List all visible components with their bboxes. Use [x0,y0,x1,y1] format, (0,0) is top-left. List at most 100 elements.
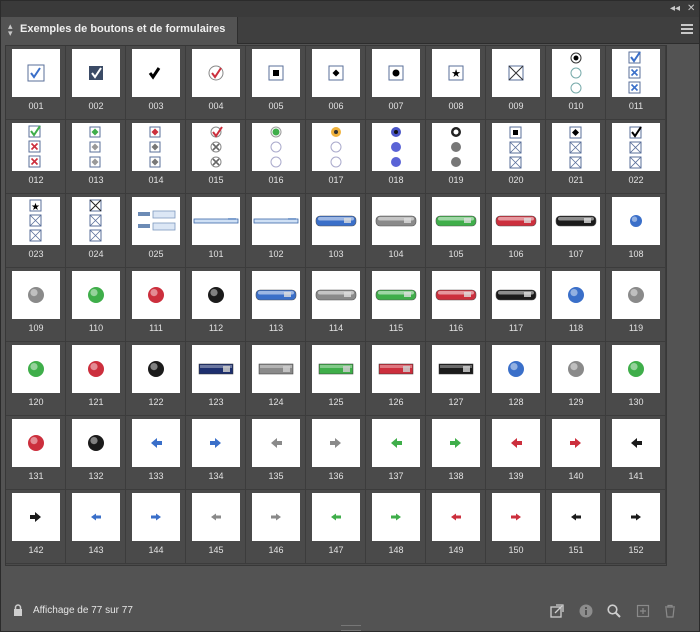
new-icon[interactable] [635,603,651,624]
grid-item[interactable]: 149 [426,490,486,564]
grid-item[interactable]: ★ 008 [426,46,486,120]
grid-item[interactable]: 116 [426,268,486,342]
grid-item[interactable]: 104 [366,194,426,268]
tab-panel-title[interactable]: ▴ ▾ Exemples de boutons et de formulaires [1,17,238,44]
grid-item[interactable]: 127 [426,342,486,416]
grid-item[interactable]: 142 [6,490,66,564]
grid-item[interactable]: 133 [126,416,186,490]
grid-item-label: 102 [268,249,284,259]
lock-icon[interactable] [13,603,23,621]
grid-item[interactable]: 011 [606,46,666,120]
grid-item[interactable]: 105 [426,194,486,268]
grid-item[interactable]: 111 [126,268,186,342]
grid-item[interactable]: 150 [486,490,546,564]
grid-item[interactable]: 107 [546,194,606,268]
grid-item[interactable]: 117 [486,268,546,342]
grid-item-label: 121 [88,397,104,407]
grid-item[interactable]: 005 [246,46,306,120]
grid-item-label: 006 [328,101,344,111]
grid-item[interactable]: 006 [306,46,366,120]
grid-item[interactable]: 131 [6,416,66,490]
resize-grip[interactable] [341,625,361,631]
grid-item[interactable]: 125 [306,342,366,416]
grid-item[interactable]: 121 [66,342,126,416]
grid-item[interactable]: 009 [486,46,546,120]
grid-item[interactable]: 021 [546,120,606,194]
grid-item[interactable]: 020 [486,120,546,194]
grid-item[interactable]: 122 [126,342,186,416]
grid-item[interactable]: 135 [246,416,306,490]
grid-item[interactable]: 017 [306,120,366,194]
grid-item[interactable]: 012 [6,120,66,194]
grid-item[interactable]: 102 [246,194,306,268]
grid-item[interactable]: 112 [186,268,246,342]
grid-item[interactable]: 025 [126,194,186,268]
info-icon[interactable] [578,603,594,624]
grid-item[interactable]: 118 [546,268,606,342]
grid-item-label: 011 [628,101,644,111]
grid-item[interactable]: 014 [126,120,186,194]
grid-item[interactable]: 007 [366,46,426,120]
grid-item[interactable]: 108 [606,194,666,268]
grid-item[interactable]: 110 [66,268,126,342]
grid-item[interactable]: 015 [186,120,246,194]
grid-item[interactable]: 139 [486,416,546,490]
ball-blue-thumbnail [552,271,600,319]
grid-item[interactable]: 132 [66,416,126,490]
grid-item-label: 143 [88,545,104,555]
grid-item[interactable]: 001 [6,46,66,120]
grid-item[interactable]: 016 [246,120,306,194]
grid-item[interactable]: 137 [366,416,426,490]
grid-item-label: 106 [508,249,524,259]
grid-item[interactable]: 128 [486,342,546,416]
grid-item[interactable]: 130 [606,342,666,416]
grid-item[interactable]: 148 [366,490,426,564]
grid-item[interactable]: 123 [186,342,246,416]
grid-item[interactable]: 022 [606,120,666,194]
grid-item[interactable]: 126 [366,342,426,416]
grid-item[interactable]: 144 [126,490,186,564]
radio-stack-thumbnail [552,49,600,97]
grid-item[interactable]: 004 [186,46,246,120]
grid-item[interactable]: 146 [246,490,306,564]
grid-item[interactable]: 106 [486,194,546,268]
grid-item[interactable]: 152 [606,490,666,564]
grid-item[interactable]: 124 [246,342,306,416]
grid-item[interactable]: 113 [246,268,306,342]
grid-item[interactable]: 138 [426,416,486,490]
grid-item[interactable]: 145 [186,490,246,564]
grid-item[interactable]: 103 [306,194,366,268]
collapse-icon[interactable]: ◂◂ [670,2,680,16]
grid-item[interactable]: 010 [546,46,606,120]
place-icon[interactable] [549,603,565,624]
grid-item[interactable]: 120 [6,342,66,416]
close-icon[interactable]: ✕ [687,2,695,16]
grid-item[interactable]: 003 [126,46,186,120]
grid-item[interactable]: 115 [366,268,426,342]
grid-item[interactable]: 013 [66,120,126,194]
grid-item[interactable]: 151 [546,490,606,564]
search-icon[interactable] [606,603,622,624]
grid-item[interactable]: 136 [306,416,366,490]
grid-item[interactable]: 140 [546,416,606,490]
panel-menu-icon[interactable] [681,24,693,36]
grid-item-label: 150 [508,545,524,555]
chevron-right-red-thumbnail [492,493,540,541]
grid-item[interactable]: 143 [66,490,126,564]
grid-item[interactable]: 019 [426,120,486,194]
grid-item[interactable]: 018 [366,120,426,194]
grid-item[interactable]: 119 [606,268,666,342]
grid-item[interactable]: 134 [186,416,246,490]
grid-item[interactable]: 002 [66,46,126,120]
grid-item[interactable]: 101 [186,194,246,268]
grid-item-label: 023 [28,249,44,259]
grid-item[interactable]: 141 [606,416,666,490]
check-red-circle-thumbnail [192,49,240,97]
grid-item[interactable]: 114 [306,268,366,342]
grid-item[interactable]: 129 [546,342,606,416]
grid-item[interactable]: 109 [6,268,66,342]
grid-item[interactable]: ★ 023 [6,194,66,268]
grid-item[interactable]: 147 [306,490,366,564]
grid-item[interactable]: 024 [66,194,126,268]
trash-icon[interactable] [662,603,678,624]
